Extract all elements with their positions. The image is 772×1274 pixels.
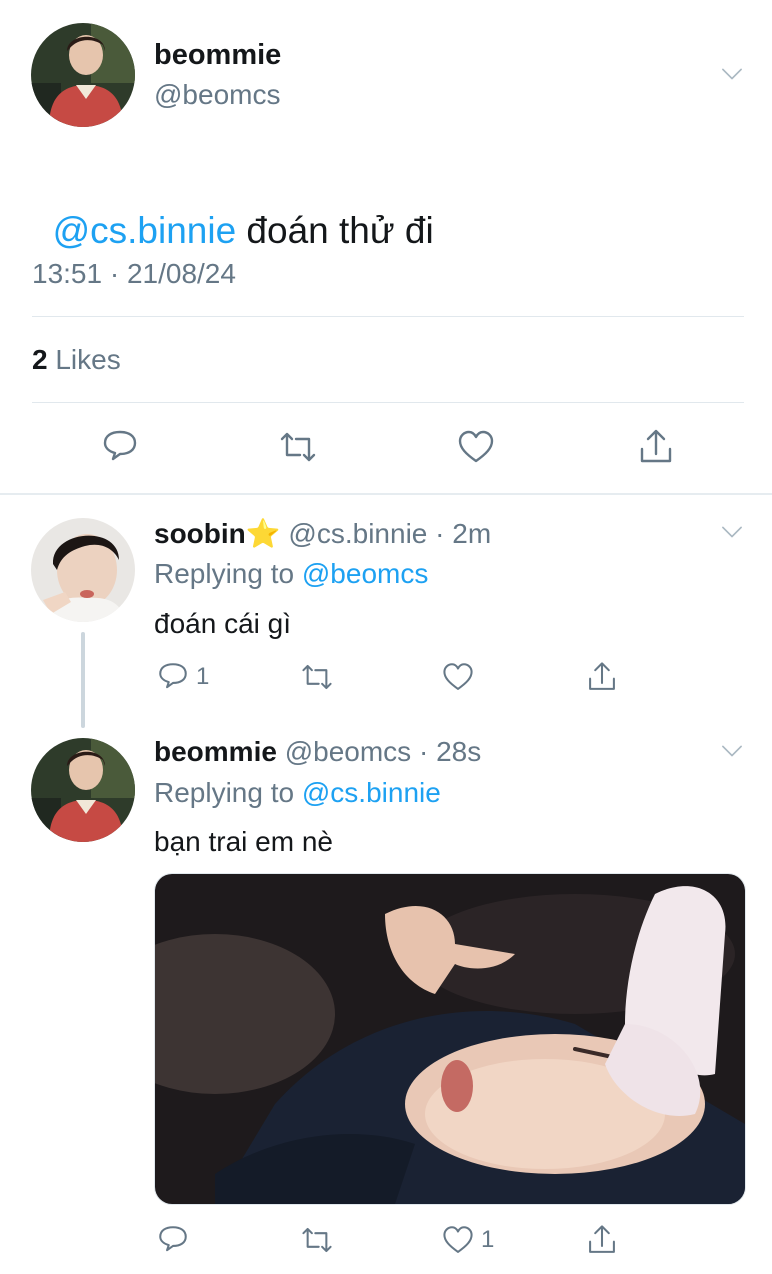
attached-photo[interactable] [154, 873, 746, 1205]
chevron-down-icon[interactable] [719, 738, 745, 764]
retweet-button[interactable] [300, 1223, 334, 1257]
timestamp[interactable]: 13:51 · 21/08/24 [32, 258, 236, 290]
avatar[interactable] [31, 23, 135, 127]
reply-text: đoán cái gì [154, 608, 291, 639]
tweet-body: đoán thử đi [236, 210, 434, 251]
display-name[interactable]: beommie [154, 736, 277, 767]
reply-button[interactable] [100, 427, 140, 467]
reply-button[interactable] [156, 1223, 196, 1257]
tweet-text: @cs.binnie đoán thử đi [32, 168, 434, 252]
retweet-button[interactable] [278, 427, 318, 467]
handle[interactable]: @cs.binnie [288, 518, 427, 549]
retweet-icon [300, 660, 334, 694]
chevron-down-icon[interactable] [719, 61, 745, 87]
handle[interactable]: @beomcs [154, 79, 280, 111]
star-emoji: ⭐ [245, 518, 281, 549]
reply-icon [156, 1223, 190, 1257]
reply-icon [156, 660, 190, 694]
like-button[interactable] [441, 660, 481, 694]
reply-count: 1 [196, 663, 210, 690]
like-icon [456, 427, 496, 467]
mention-link[interactable]: @cs.binnie [53, 210, 237, 251]
like-count: 1 [481, 1226, 495, 1253]
display-name[interactable]: soobin [154, 518, 246, 549]
retweet-icon [300, 1223, 334, 1257]
chevron-down-icon[interactable] [719, 519, 745, 545]
reply-header: beommie @beomcs · 28s [154, 736, 481, 768]
share-icon [585, 1223, 619, 1257]
replying-to: Replying to @cs.binnie [154, 777, 441, 809]
retweet-button[interactable] [300, 660, 334, 694]
like-icon [441, 660, 475, 694]
reply-button[interactable]: 1 [156, 660, 209, 694]
like-button[interactable] [456, 427, 496, 467]
likes-stat[interactable]: 2 Likes [32, 344, 121, 376]
like-icon [441, 1223, 475, 1257]
relative-time[interactable]: · 2m [435, 518, 491, 549]
likes-count: 2 [32, 344, 48, 375]
relative-time[interactable]: · 28s [419, 736, 481, 767]
reply-header: soobin⭐ @cs.binnie · 2m [154, 517, 491, 550]
replying-label: Replying to [154, 558, 295, 589]
divider [32, 402, 744, 403]
like-button[interactable]: 1 [441, 1223, 494, 1257]
replying-to: Replying to @beomcs [154, 558, 428, 590]
share-button[interactable] [585, 1223, 619, 1257]
display-name[interactable]: beommie [154, 39, 281, 72]
share-button[interactable] [636, 427, 676, 467]
section-divider [0, 493, 772, 495]
avatar[interactable] [31, 738, 135, 842]
divider [32, 316, 744, 317]
replying-handle-link[interactable]: @cs.binnie [302, 777, 441, 808]
thread-line [81, 632, 85, 728]
avatar[interactable] [31, 518, 135, 622]
handle[interactable]: @beomcs [285, 736, 411, 767]
share-button[interactable] [585, 660, 619, 694]
replying-label: Replying to [154, 777, 295, 808]
reply-icon [100, 427, 140, 467]
share-icon [636, 427, 676, 467]
replying-handle-link[interactable]: @beomcs [302, 558, 428, 589]
share-icon [585, 660, 619, 694]
retweet-icon [278, 427, 318, 467]
reply-text: bạn trai em nè [154, 826, 333, 857]
likes-label: Likes [55, 344, 121, 375]
